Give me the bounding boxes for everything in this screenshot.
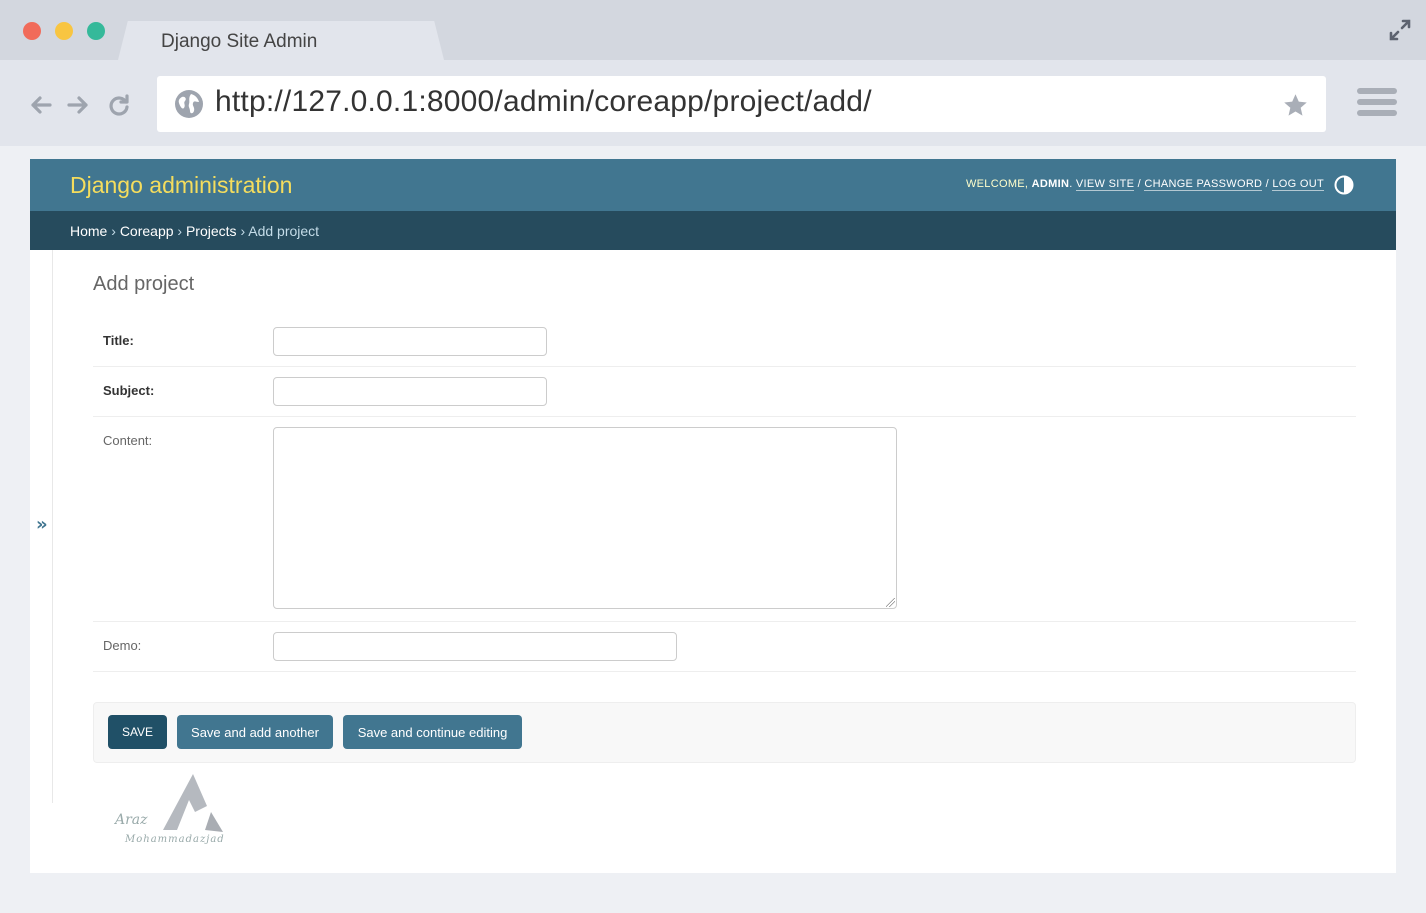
form-row-content: Content: [93, 417, 1356, 622]
user-tools: Welcome, admin. View site / Change passw… [965, 178, 1324, 191]
breadcrumb-app[interactable]: Coreapp [120, 223, 174, 239]
admin-page: Django administration Welcome, admin. Vi… [30, 159, 1396, 873]
welcome-text: Welcome, [965, 178, 1029, 190]
breadcrumb: Home › Coreapp › Projects › Add project [30, 211, 1396, 250]
demo-input[interactable] [273, 632, 677, 661]
window-maximize-button[interactable] [87, 22, 105, 40]
sidebar-divider [52, 250, 53, 803]
window-close-button[interactable] [23, 22, 41, 40]
save-and-add-another-button[interactable]: Save and add another [177, 715, 333, 749]
form-row-title: Title: [93, 317, 1356, 367]
toggle-nav-sidebar-button[interactable]: » [36, 514, 48, 535]
view-site-link[interactable]: View site [1075, 178, 1135, 191]
title-label: Title: [103, 333, 134, 348]
url-text[interactable]: http://127.0.0.1:8000/admin/coreapp/proj… [215, 85, 872, 119]
save-button[interactable]: Save [108, 715, 167, 749]
subject-label: Subject: [103, 383, 155, 398]
admin-header: Django administration Welcome, admin. Vi… [30, 159, 1396, 211]
globe-icon [175, 90, 203, 118]
change-password-link[interactable]: Change password [1144, 178, 1263, 191]
watermark-text: Mohammadazjad [125, 834, 225, 845]
site-name[interactable]: Django administration [70, 172, 292, 199]
breadcrumb-separator: › [177, 223, 183, 239]
page-title: Add project [93, 273, 195, 295]
log-out-link[interactable]: Log out [1272, 178, 1324, 191]
watermark-text: Araz [115, 812, 148, 828]
submit-row: Save Save and add another Save and conti… [93, 702, 1356, 763]
back-arrow-icon[interactable] [28, 92, 54, 118]
resize-handle[interactable] [886, 598, 895, 607]
user-tools-separator: / [1137, 178, 1141, 190]
bookmark-star-icon[interactable] [1282, 92, 1309, 119]
breadcrumb-model[interactable]: Projects [186, 223, 237, 239]
breadcrumb-separator: › [240, 223, 246, 239]
breadcrumb-separator: › [111, 223, 116, 239]
content-label: Content: [103, 433, 153, 448]
form-row-subject: Subject: [93, 367, 1356, 417]
reload-icon[interactable] [106, 92, 132, 118]
browser-menu-icon[interactable] [1357, 88, 1397, 120]
form-row-demo: Demo: [93, 622, 1356, 672]
demo-label: Demo: [103, 638, 142, 653]
breadcrumb-home[interactable]: Home [70, 223, 107, 239]
title-input[interactable] [273, 327, 547, 356]
username: admin [1031, 178, 1070, 190]
user-tools-separator: / [1265, 178, 1270, 190]
subject-input[interactable] [273, 377, 547, 406]
browser-tab-title: Django Site Admin [161, 31, 318, 52]
theme-toggle-icon[interactable] [1334, 175, 1354, 195]
save-and-continue-button[interactable]: Save and continue editing [343, 715, 522, 749]
watermark-logo: Araz Mohammadazjad [115, 772, 265, 854]
fullscreen-icon[interactable] [1388, 18, 1412, 42]
breadcrumb-current: Add project [248, 223, 320, 239]
forward-arrow-icon[interactable] [65, 92, 91, 118]
window-minimize-button[interactable] [55, 22, 73, 40]
content-textarea[interactable] [273, 427, 897, 609]
